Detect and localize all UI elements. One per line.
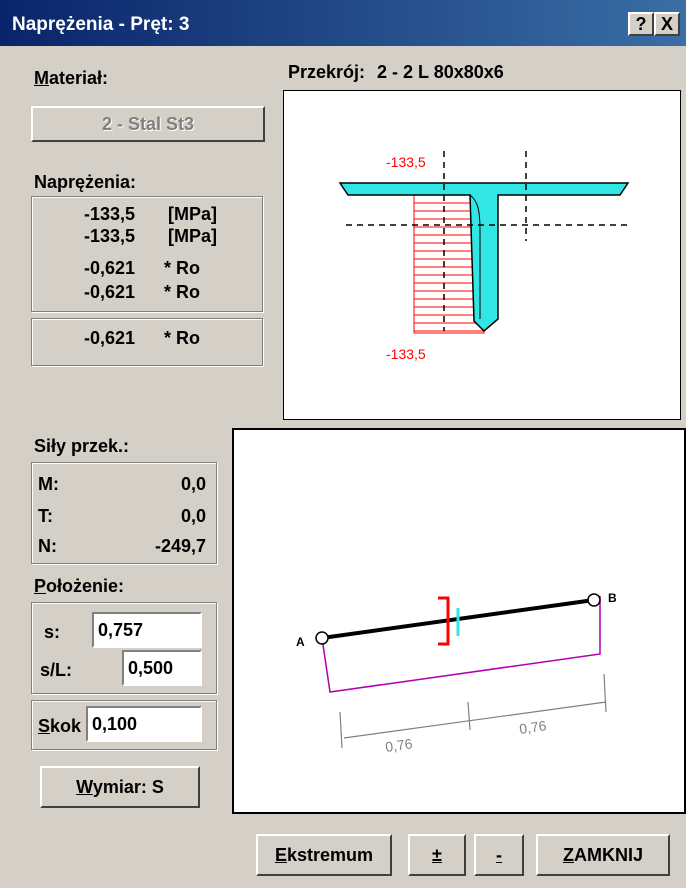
stress-extra-group [31,318,263,366]
stress-row-3: -0,621 [84,258,136,278]
title-bar: Naprężenia - Pręt: 3 ? X [0,0,686,46]
force-name-n: N: [38,536,57,556]
help-button[interactable]: ? [628,12,654,36]
stress-row-2: -133,5 [84,226,136,246]
stress-unit-3: * Ro [164,258,200,278]
section-value: 2 - 2 L 80x80x6 [377,62,504,82]
position-label: Położenie: [34,576,125,596]
force-name-m: M: [38,474,59,494]
dimension-left-label: 0,76 [384,735,413,755]
s-input[interactable]: 0,757 [92,612,202,648]
sl-label: s/L: [40,660,73,680]
node-a-label: A [296,635,305,649]
force-value-t: 0,0 [180,506,206,526]
step-label: Skok [38,716,82,736]
stress-top-label: -133,5 [386,154,426,170]
plus-minus-button[interactable]: ± [408,834,466,876]
stress-row-4: -0,621 [84,282,136,302]
stress-extra-unit: * Ro [164,328,200,348]
beam-diagram-panel: A B 0,76 0,76 [232,428,686,814]
force-name-t: T: [38,506,53,526]
section-diagram-panel: -133,5 -133,5 [283,90,681,420]
stress-bottom-label: -133,5 [386,346,426,362]
force-diagram [321,596,601,693]
stress-unit-1: [MPa] [168,204,217,224]
extremum-button[interactable]: Ekstremum [256,834,392,876]
stress-extra-value: -0,621 [84,328,136,348]
node-b-label: B [608,591,617,605]
stress-unit-2: [MPa] [168,226,217,246]
close-window-button[interactable]: X [654,12,680,36]
minus-button[interactable]: - [474,834,524,876]
stress-unit-4: * Ro [164,282,200,302]
help-icon: ? [635,14,647,34]
stresses-group [31,196,263,312]
node-a-icon [315,631,329,645]
window-title: Naprężenia - Pręt: 3 [12,14,190,35]
force-value-n: -249,7 [154,536,206,556]
material-label: Materiał: [34,68,109,88]
close-icon: X [660,14,673,34]
s-label: s: [44,622,61,642]
stresses-label: Naprężenia: [34,172,137,192]
node-b-icon [587,593,601,607]
section-diagram: -133,5 -133,5 [338,151,632,362]
close-dialog-button[interactable]: ZAMKNIJ [536,834,670,876]
forces-label: Siły przek.: [34,436,130,456]
stress-row-1: -133,5 [84,204,136,224]
step-input[interactable]: 0,100 [86,706,202,742]
beam-diagram: A B 0,76 0,76 [296,591,617,755]
t-section-shape [338,182,630,333]
sl-input[interactable]: 0,500 [122,650,202,686]
dialog-window: Naprężenia - Pręt: 3 ? X Materiał: 2 - S… [0,0,686,888]
material-button[interactable]: 2 - Stal St3 [31,106,265,142]
force-value-m: 0,0 [180,474,206,494]
dimension-right-label: 0,76 [518,717,547,737]
dimension-button[interactable]: Wymiar: S [40,766,200,808]
section-label: Przekrój: 2 - 2 L 80x80x6 [288,62,504,82]
